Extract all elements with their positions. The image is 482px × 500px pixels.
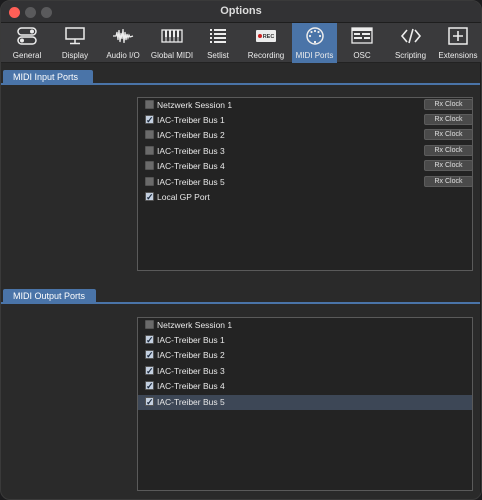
input-port-checkbox[interactable]: [145, 177, 154, 186]
output-port-row[interactable]: ✓ IAC-Treiber Bus 2: [138, 348, 472, 363]
tab-scripting-label: Scripting: [394, 51, 427, 60]
output-port-name: IAC-Treiber Bus 5: [157, 397, 225, 407]
rec-icon: REC: [256, 30, 276, 42]
output-port-row[interactable]: Netzwerk Session 1: [138, 318, 472, 333]
general-toggle-icon: [17, 27, 37, 45]
plus-box-icon: [448, 27, 468, 45]
tab-midi-ports-label: MIDI Ports: [295, 51, 334, 60]
tab-midi-ports[interactable]: MIDI Ports: [292, 23, 337, 63]
input-port-row[interactable]: IAC-Treiber Bus 2 Rx Clock: [138, 128, 473, 143]
tab-recording[interactable]: REC Recording: [242, 23, 290, 63]
window-title: Options: [220, 5, 262, 17]
osc-icon: [351, 27, 373, 44]
input-port-name: Netzwerk Session 1: [157, 100, 233, 110]
input-port-checkbox[interactable]: ✓: [145, 115, 154, 125]
output-port-name: IAC-Treiber Bus 4: [157, 381, 225, 391]
input-port-row[interactable]: IAC-Treiber Bus 3 Rx Clock: [138, 144, 473, 159]
rx-clock-button[interactable]: Rx Clock: [424, 129, 473, 140]
tab-audio-io-label: Audio I/O: [106, 51, 140, 60]
tab-audio-io[interactable]: Audio I/O: [101, 23, 145, 63]
output-port-name: IAC-Treiber Bus 3: [157, 366, 225, 376]
rx-clock-button[interactable]: Rx Clock: [424, 114, 473, 125]
input-port-checkbox[interactable]: [145, 130, 154, 139]
output-port-row[interactable]: ✓ IAC-Treiber Bus 4: [138, 379, 472, 394]
tab-extensions[interactable]: Extensions: [435, 23, 481, 63]
output-port-checkbox[interactable]: ✓: [145, 381, 154, 391]
midi-input-port-list: Netzwerk Session 1 Rx Clock ✓ IAC-Treibe…: [137, 97, 473, 271]
output-port-checkbox[interactable]: ✓: [145, 366, 154, 376]
rx-clock-button[interactable]: Rx Clock: [424, 160, 473, 171]
midi-output-ports-tab[interactable]: MIDI Output Ports: [3, 289, 96, 303]
tab-global-midi-label: Global MIDI: [150, 51, 194, 60]
midi-input-ports-tab[interactable]: MIDI Input Ports: [3, 70, 93, 84]
output-port-name: IAC-Treiber Bus 1: [157, 335, 225, 345]
input-port-row[interactable]: Netzwerk Session 1 Rx Clock: [138, 98, 473, 113]
tab-setlist[interactable]: Setlist: [198, 23, 238, 63]
rx-clock-button[interactable]: Rx Clock: [424, 145, 473, 156]
output-port-checkbox[interactable]: ✓: [145, 335, 154, 345]
tab-extensions-label: Extensions: [438, 51, 478, 60]
midi-output-divider: [1, 302, 481, 304]
output-port-row[interactable]: ✓ IAC-Treiber Bus 5: [138, 395, 472, 410]
input-port-name: IAC-Treiber Bus 3: [157, 146, 225, 156]
input-port-checkbox[interactable]: [145, 146, 154, 155]
output-port-checkbox[interactable]: ✓: [145, 397, 154, 407]
rec-badge-text: REC: [263, 34, 275, 40]
midi-output-port-list: Netzwerk Session 1 ✓ IAC-Treiber Bus 1 ✓…: [137, 317, 473, 491]
input-port-row[interactable]: ✓ Local GP Port: [138, 190, 472, 205]
input-port-row[interactable]: IAC-Treiber Bus 4 Rx Clock: [138, 159, 473, 174]
title-bar: Options: [1, 1, 481, 23]
output-port-name: IAC-Treiber Bus 2: [157, 350, 225, 360]
input-port-name: IAC-Treiber Bus 1: [157, 115, 225, 125]
input-port-name: IAC-Treiber Bus 2: [157, 130, 225, 140]
options-window: Options General Display Audio I/O Global…: [0, 0, 482, 500]
tab-recording-label: Recording: [247, 51, 285, 60]
tab-general[interactable]: General: [5, 23, 49, 63]
tab-setlist-label: Setlist: [207, 51, 229, 60]
midi-din-icon: [305, 27, 324, 45]
input-port-name: Local GP Port: [157, 192, 210, 202]
setlist-icon: [210, 29, 226, 43]
input-port-checkbox[interactable]: [145, 100, 154, 109]
output-port-row[interactable]: ✓ IAC-Treiber Bus 3: [138, 364, 472, 379]
tab-display-label: Display: [61, 51, 89, 60]
tab-osc[interactable]: OSC: [342, 23, 382, 63]
options-toolbar: General Display Audio I/O Global MIDI Se…: [1, 23, 481, 63]
tab-general-label: General: [12, 51, 42, 60]
audio-waveform-icon: [113, 28, 134, 44]
code-brackets-icon: [400, 28, 421, 44]
display-monitor-icon: [65, 27, 85, 45]
midi-input-divider: [1, 83, 481, 85]
input-port-checkbox[interactable]: [145, 161, 154, 170]
output-port-checkbox[interactable]: ✓: [145, 350, 154, 360]
input-port-checkbox[interactable]: ✓: [145, 192, 154, 202]
rx-clock-button[interactable]: Rx Clock: [424, 99, 473, 110]
output-port-checkbox[interactable]: [145, 320, 154, 329]
piano-keyboard-icon: [161, 29, 183, 43]
tab-scripting[interactable]: Scripting: [388, 23, 433, 63]
tab-global-midi[interactable]: Global MIDI: [148, 23, 196, 63]
output-port-name: Netzwerk Session 1: [157, 320, 233, 330]
input-port-row[interactable]: ✓ IAC-Treiber Bus 1 Rx Clock: [138, 113, 473, 128]
tab-osc-label: OSC: [353, 51, 371, 60]
tab-display[interactable]: Display: [53, 23, 97, 63]
rx-clock-button[interactable]: Rx Clock: [424, 176, 473, 187]
input-port-name: IAC-Treiber Bus 4: [157, 161, 225, 171]
input-port-row[interactable]: IAC-Treiber Bus 5 Rx Clock: [138, 175, 473, 190]
output-port-row[interactable]: ✓ IAC-Treiber Bus 1: [138, 333, 472, 348]
input-port-name: IAC-Treiber Bus 5: [157, 177, 225, 187]
